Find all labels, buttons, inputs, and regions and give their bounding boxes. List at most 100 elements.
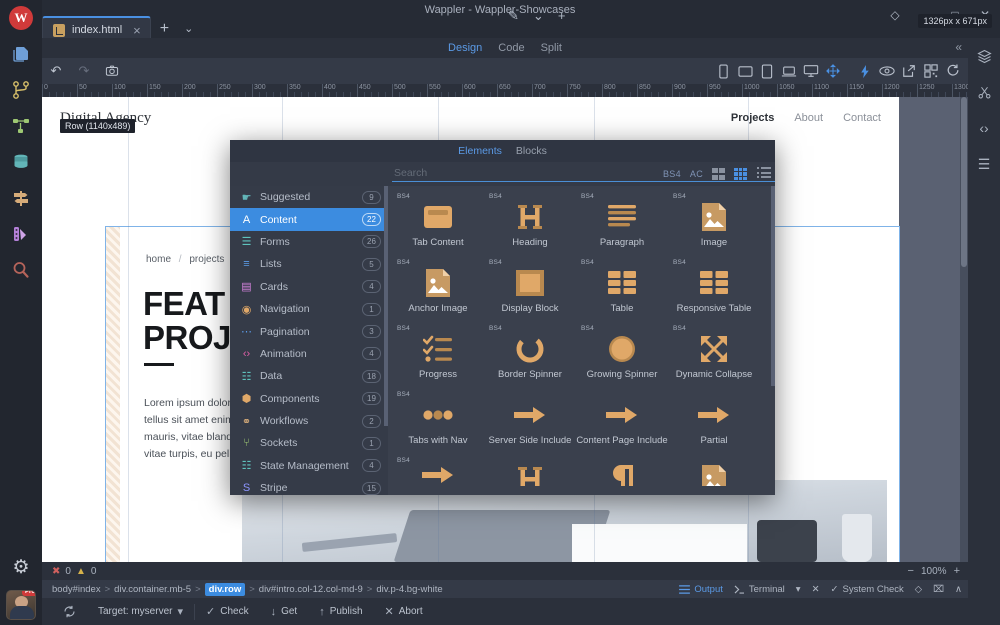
chevron-down-icon[interactable]: ⌄ — [533, 9, 544, 22]
filter-ac[interactable]: AC — [690, 169, 703, 179]
sidebar-item-git[interactable] — [0, 72, 42, 108]
category-item-stripe[interactable]: SStripe15 — [230, 477, 388, 495]
element-item-partial[interactable]: Partial — [668, 390, 760, 456]
element-item-progress[interactable]: BS4Progress — [392, 324, 484, 390]
elements-scrollbar[interactable] — [771, 186, 775, 386]
element-item-table[interactable]: BS4Table — [576, 258, 668, 324]
element-item-border-spinner[interactable]: BS4Border Spinner — [484, 324, 576, 390]
close-icon[interactable]: × — [133, 24, 141, 37]
crumb-container[interactable]: div.container.mb-5 — [114, 584, 191, 595]
category-item-data[interactable]: ☷Data18 — [230, 365, 388, 387]
crumb-bgwhite[interactable]: div.p-4.bg-white — [376, 584, 442, 595]
collapse-panel-button[interactable]: « — [955, 40, 962, 54]
abort-button[interactable]: ✕ Abort — [374, 605, 434, 618]
element-item-tab-content[interactable]: BS4Tab Content — [392, 192, 484, 258]
category-item-components[interactable]: ⬢Components19 — [230, 388, 388, 410]
sidebar-item-theme[interactable] — [0, 216, 42, 252]
right-item-layers[interactable] — [968, 38, 1000, 74]
crumb-row-selected[interactable]: div.row — [205, 583, 246, 596]
category-list[interactable]: ☛Suggested9AContent22☰Forms26≡Lists5▤Car… — [230, 186, 388, 495]
crumb-body[interactable]: body#index — [52, 584, 101, 595]
element-item-server-side-include[interactable]: Server Side Include — [484, 390, 576, 456]
category-item-state-management[interactable]: ☷State Management4 — [230, 455, 388, 477]
terminal-tab[interactable]: Terminal — [734, 584, 785, 595]
crumb-intro[interactable]: div#intro.col-12.col-md-9 — [259, 584, 363, 595]
category-item-suggested[interactable]: ☛Suggested9 — [230, 186, 388, 208]
category-item-forms[interactable]: ☰Forms26 — [230, 231, 388, 253]
screenshot-button[interactable] — [98, 58, 126, 84]
nav-link-contact[interactable]: Contact — [843, 112, 881, 124]
device-tablet-icon[interactable] — [756, 58, 778, 84]
target-selector[interactable]: Target: myserver ▾ — [87, 605, 194, 618]
category-item-content[interactable]: AContent22 — [230, 208, 388, 230]
terminal-close-icon[interactable]: ✕ — [812, 584, 820, 595]
theme-icon[interactable]: ◇ — [880, 2, 910, 28]
sync-button[interactable] — [52, 605, 87, 618]
category-item-navigation[interactable]: ◉Navigation1 — [230, 298, 388, 320]
qr-code-icon[interactable] — [920, 58, 942, 84]
element-item-heading[interactable]: BS4Heading — [484, 192, 576, 258]
sidebar-item-routes[interactable] — [0, 180, 42, 216]
undo-button[interactable]: ↶ — [42, 58, 70, 84]
right-item-design[interactable] — [968, 74, 1000, 110]
element-item-partial-1[interactable] — [484, 456, 576, 486]
view-mode-small-grid-icon[interactable] — [734, 168, 748, 181]
element-item-partial-2[interactable] — [576, 456, 668, 486]
responsive-move-icon[interactable] — [822, 58, 844, 84]
right-item-code[interactable]: ‹› — [968, 110, 1000, 146]
check-button[interactable]: ✓ Check — [195, 605, 260, 618]
category-item-cards[interactable]: ▤Cards4 — [230, 276, 388, 298]
add-icon[interactable]: + — [558, 9, 566, 22]
refresh-icon[interactable] — [942, 58, 964, 84]
zoom-out-button[interactable]: − — [908, 565, 914, 577]
element-item-growing-spinner[interactable]: BS4Growing Spinner — [576, 324, 668, 390]
eraser-icon[interactable]: ◇ — [915, 584, 922, 595]
nav-link-about[interactable]: About — [794, 112, 823, 124]
elements-panel[interactable]: Elements Blocks BS4 AC ☛Suggested9AConte… — [230, 140, 775, 495]
settings-button[interactable]: ⚙ — [0, 549, 42, 585]
sidebar-item-pages[interactable] — [0, 36, 42, 72]
publish-button[interactable]: ↑ Publish — [308, 606, 373, 618]
open-in-browser-icon[interactable] — [898, 58, 920, 84]
sidebar-item-logo[interactable]: W — [0, 0, 42, 36]
redo-button[interactable]: ↷ — [70, 58, 98, 84]
element-item-display-block[interactable]: BS4Display Block — [484, 258, 576, 324]
category-item-workflows[interactable]: ⚭Workflows2 — [230, 410, 388, 432]
element-item-paragraph[interactable]: BS4Paragraph — [576, 192, 668, 258]
elements-grid-wrapper[interactable]: BS4Tab ContentBS4HeadingBS4ParagraphBS4I… — [388, 186, 775, 495]
filter-bs4[interactable]: BS4 — [663, 169, 681, 179]
device-phone-icon[interactable] — [712, 58, 734, 84]
element-item-anchor-image[interactable]: BS4Anchor Image — [392, 258, 484, 324]
breadcrumb-home[interactable]: home — [146, 254, 171, 265]
canvas-scrollbar[interactable] — [960, 97, 968, 562]
element-item-partial-3[interactable] — [668, 456, 760, 486]
collapse-output-icon[interactable]: ∧ — [955, 584, 962, 595]
tab-blocks[interactable]: Blocks — [516, 145, 547, 157]
elements-grid[interactable]: BS4Tab ContentBS4HeadingBS4ParagraphBS4I… — [388, 186, 775, 486]
tab-split[interactable]: Split — [541, 42, 562, 54]
sidebar-item-sitemap[interactable] — [0, 108, 42, 144]
category-item-lists[interactable]: ≡Lists5 — [230, 253, 388, 275]
get-button[interactable]: ↓ Get — [260, 606, 309, 618]
tab-code[interactable]: Code — [498, 42, 524, 54]
category-item-pagination[interactable]: ⋯Pagination3 — [230, 320, 388, 342]
output-tab[interactable]: Output — [679, 584, 723, 595]
sidebar-item-search[interactable] — [0, 252, 42, 288]
terminal-dropdown[interactable]: ▾ — [796, 584, 801, 595]
breadcrumb-projects[interactable]: projects — [189, 254, 224, 265]
zoom-in-button[interactable]: + — [954, 565, 960, 577]
category-item-sockets[interactable]: ⑂Sockets1 — [230, 432, 388, 454]
device-tablet-landscape-icon[interactable] — [734, 58, 756, 84]
view-mode-large-grid-icon[interactable] — [712, 168, 725, 181]
element-item-content-page-include[interactable]: Content Page Include — [576, 390, 668, 456]
category-item-animation[interactable]: ‹›Animation4 — [230, 343, 388, 365]
device-desktop-icon[interactable] — [800, 58, 822, 84]
system-check-button[interactable]: ✓ System Check — [831, 584, 904, 595]
tab-design[interactable]: Design — [448, 42, 482, 54]
lightning-icon[interactable] — [854, 58, 876, 84]
element-item-dynamic-collapse[interactable]: BS4Dynamic Collapse — [668, 324, 760, 390]
pencil-icon[interactable]: ✎ — [508, 9, 519, 22]
tab-elements[interactable]: Elements — [458, 145, 502, 157]
view-mode-list-icon[interactable] — [757, 167, 771, 181]
element-item-responsive-table[interactable]: BS4Responsive Table — [668, 258, 760, 324]
